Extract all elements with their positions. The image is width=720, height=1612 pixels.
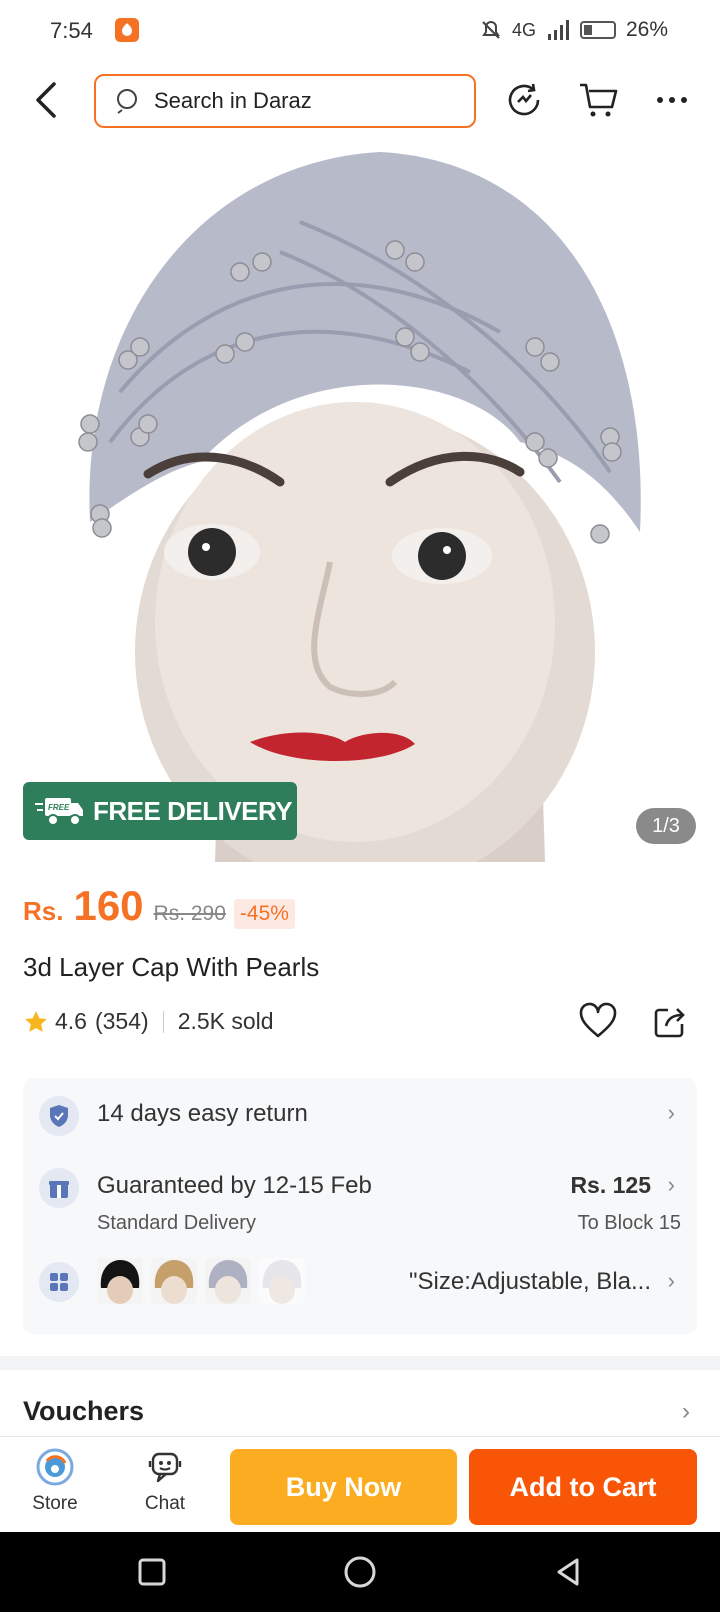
variant-thumbnails[interactable]: [97, 1258, 305, 1304]
refresh-icon: [508, 83, 540, 116]
share-icon: [654, 1008, 685, 1038]
chevron-left-icon: [36, 82, 56, 118]
vouchers-heading[interactable]: Vouchers: [23, 1396, 144, 1427]
chevron-right-icon[interactable]: ›: [682, 1398, 690, 1426]
share-button[interactable]: [652, 1004, 692, 1044]
delivery-truck-icon: FREE: [35, 798, 83, 826]
product-title: 3d Layer Cap With Pearls: [23, 952, 320, 982]
network-type: 4G: [511, 19, 536, 40]
wishlist-button[interactable]: [578, 1002, 620, 1042]
back-triangle-icon: [557, 1558, 579, 1586]
system-back-button[interactable]: [548, 1552, 588, 1592]
delivery-row[interactable]: Guaranteed by 12-15 Feb Standard Deliver…: [23, 1154, 697, 1246]
discount-badge: -45%: [233, 899, 295, 929]
return-label: 14 days easy return: [97, 1100, 308, 1127]
section-divider: [0, 1356, 720, 1370]
system-navigation-bar: [0, 1532, 720, 1612]
home-button[interactable]: [340, 1552, 380, 1592]
battery-icon: [579, 21, 616, 39]
battery-level: 26%: [625, 18, 668, 41]
buy-now-button[interactable]: Buy Now: [230, 1449, 457, 1525]
store-logo-icon: [35, 1447, 75, 1487]
delivery-price: Rs. 125: [570, 1172, 651, 1198]
chevron-right-icon: ›: [667, 1100, 675, 1125]
chat-button[interactable]: Chat: [120, 1447, 210, 1515]
more-button[interactable]: [650, 78, 694, 122]
free-delivery-banner: FREE FREE DELIVERY: [23, 782, 297, 840]
cart-button[interactable]: [576, 78, 620, 122]
home-icon: [344, 1556, 376, 1588]
image-counter: 1/3: [636, 808, 696, 844]
rating-value: 4.6: [55, 1008, 87, 1034]
chevron-right-icon: ›: [667, 1172, 675, 1197]
delivery-location: To Block 15: [577, 1212, 681, 1234]
divider: [162, 1010, 164, 1033]
delivery-label: Guaranteed by 12-15 Feb: [97, 1172, 372, 1199]
free-tag-text: FREE: [48, 803, 70, 812]
chevron-right-icon: ›: [667, 1268, 675, 1293]
status-time: 7:54: [50, 18, 93, 43]
return-policy-row[interactable]: 14 days easy return ›: [23, 1078, 697, 1154]
heart-icon: [579, 1002, 617, 1038]
signal-icon: [547, 20, 569, 40]
mute-icon: [482, 20, 500, 39]
price-currency: Rs.: [23, 896, 64, 926]
price-value: 160: [73, 882, 144, 929]
star-icon: [25, 1010, 47, 1032]
cart-icon: [580, 83, 618, 117]
variant-thumbnail-beige[interactable]: [151, 1258, 197, 1304]
variant-summary: "Size:Adjustable, Bla...: [409, 1268, 651, 1295]
back-button[interactable]: [32, 80, 68, 120]
free-delivery-text: FREE DELIVERY: [93, 795, 293, 826]
top-navigation: Search in Daraz: [0, 68, 720, 134]
bottom-action-bar: Store Chat Buy Now Add to Cart: [0, 1436, 720, 1532]
price-row: Rs. 160 Rs. 290 -45%: [23, 882, 295, 930]
chat-label: Chat: [144, 1493, 186, 1514]
shield-check-icon: [39, 1096, 79, 1136]
product-photo: [0, 142, 720, 862]
more-icon: [657, 97, 687, 103]
variant-thumbnail-black[interactable]: [97, 1258, 143, 1304]
service-info-card: 14 days easy return › Guaranteed by 12-1…: [23, 1078, 697, 1334]
search-input[interactable]: Search in Daraz: [94, 74, 476, 128]
recents-icon: [138, 1558, 166, 1586]
store-button[interactable]: Store: [10, 1447, 100, 1515]
add-to-cart-button[interactable]: Add to Cart: [469, 1449, 697, 1525]
chat-icon: [145, 1447, 185, 1487]
variant-thumbnail-white[interactable]: [259, 1258, 305, 1304]
recents-button[interactable]: [132, 1552, 172, 1592]
status-indicators: 4G 26%: [480, 18, 668, 42]
variant-thumbnail-grey[interactable]: [205, 1258, 251, 1304]
app-notification-icon: [115, 18, 139, 42]
rating-row[interactable]: 4.6 (354) 2.5K sold: [23, 1008, 274, 1035]
variant-row[interactable]: "Size:Adjustable, Bla... ›: [23, 1246, 697, 1334]
original-price: Rs. 290: [153, 902, 226, 925]
review-count: (354): [94, 1008, 149, 1034]
grid-icon: [39, 1262, 79, 1302]
search-placeholder: Search in Daraz: [154, 88, 312, 113]
gift-box-icon: [39, 1168, 79, 1208]
status-bar: 7:54 4G 26%: [0, 0, 720, 62]
refresh-button[interactable]: [502, 78, 546, 122]
sold-count: 2.5K sold: [177, 1008, 274, 1034]
search-icon: [117, 89, 137, 114]
product-image[interactable]: [0, 142, 720, 862]
delivery-sub: Standard Delivery: [97, 1212, 256, 1234]
store-label: Store: [32, 1493, 78, 1514]
